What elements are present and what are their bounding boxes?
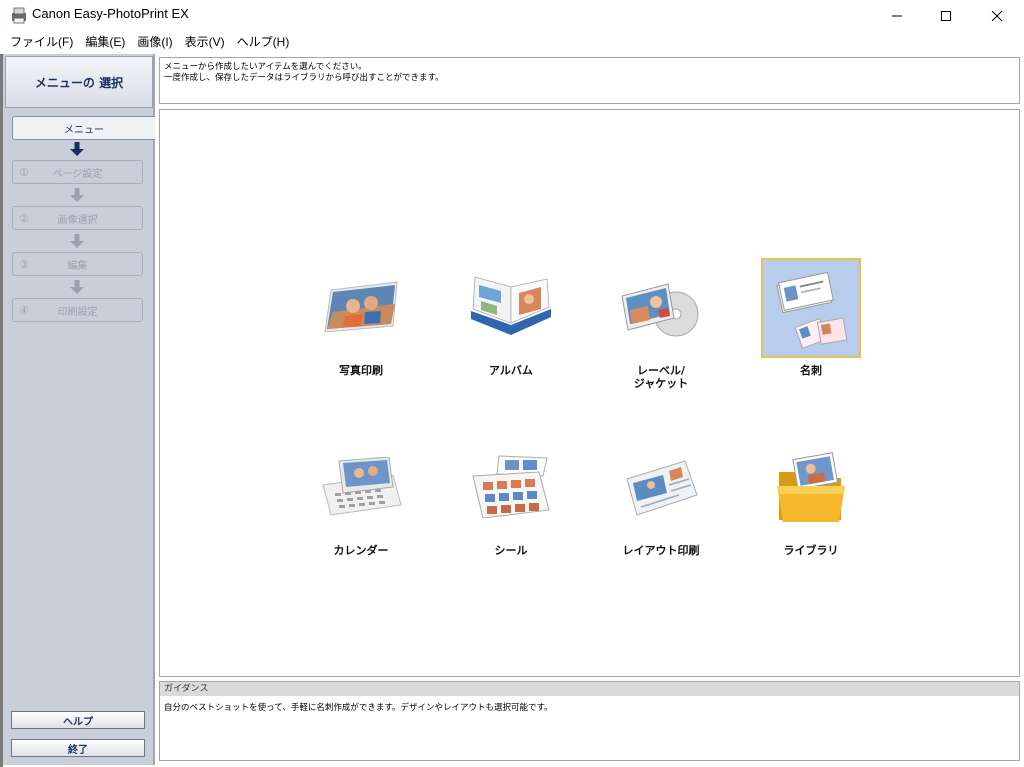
menu-edit[interactable]: 編集(E) [79, 31, 131, 53]
close-icon [991, 10, 1003, 21]
printer-app-icon [12, 7, 26, 24]
tile-business-card[interactable]: 名刺 [751, 258, 871, 377]
title-bar: Canon Easy-PhotoPrint EX [0, 0, 1024, 31]
step-menu-label: メニュー [64, 124, 104, 136]
photo-print-icon [311, 258, 411, 358]
menu-selection-area: 写真印刷 アルバム レーベル/ ジャケット 名刺 カレンダー シール レイアウト… [159, 109, 1020, 677]
business-card-icon [761, 258, 861, 358]
step-number: ① [19, 165, 29, 179]
calendar-icon [311, 438, 411, 538]
menu-view[interactable]: 表示(V) [179, 31, 231, 53]
tile-photo-print[interactable]: 写真印刷 [301, 258, 421, 377]
arrow-down-icon [70, 142, 84, 156]
step-page-setup[interactable]: ① ページ設定 [12, 160, 143, 184]
tile-photo-print-label: 写真印刷 [339, 364, 383, 377]
guidance-header: ガイダンス [160, 682, 1019, 696]
tile-library-label: ライブラリ [783, 544, 839, 557]
step-edit[interactable]: ③ 編集 [12, 252, 143, 276]
menu-bar: ファイル(F) 編集(E) 画像(I) 表示(V) ヘルプ(H) [0, 31, 1024, 53]
menu-help[interactable]: ヘルプ(H) [231, 31, 296, 53]
maximize-button[interactable] [923, 0, 969, 31]
tile-library[interactable]: ライブラリ [751, 438, 871, 557]
instruction-line-1: メニューから作成したいアイテムを選んでください。 [164, 62, 367, 72]
sticker-icon [461, 438, 561, 538]
tile-label-jacket-label: レーベル/ ジャケット [633, 364, 689, 390]
label-jacket-icon [611, 258, 711, 358]
tile-album-label: アルバム [489, 364, 533, 377]
arrow-down-icon [70, 234, 84, 248]
album-icon [461, 258, 561, 358]
tile-calendar[interactable]: カレンダー [301, 438, 421, 557]
step-navigation-panel: メニューの 選択 メニュー ① ページ設定 ② 画像選択 ③ 編集 ④ 印刷設定… [3, 54, 155, 765]
step-number: ③ [19, 257, 29, 271]
instruction-line-2: 一度作成し、保存したデータはライブラリから呼び出すことができます。 [164, 73, 444, 83]
guidance-panel: ガイダンス 自分のベストショットを使って、手軽に名刺作成ができます。デザインやレ… [159, 681, 1020, 761]
library-folder-icon [761, 438, 861, 538]
tile-sticker-label: シール [494, 544, 528, 557]
tile-album[interactable]: アルバム [451, 258, 571, 377]
maximize-icon [941, 10, 951, 21]
tile-business-card-label: 名刺 [800, 364, 822, 377]
close-button[interactable] [974, 0, 1020, 31]
step-image-select-label: 画像選択 [57, 214, 98, 226]
arrow-down-icon [70, 188, 84, 202]
menu-image[interactable]: 画像(I) [131, 31, 178, 53]
guidance-text: 自分のベストショットを使って、手軽に名刺作成ができます。デザインやレイアウトも選… [164, 703, 553, 713]
instruction-box: メニューから作成したいアイテムを選んでください。 一度作成し、保存したデータはラ… [159, 57, 1020, 104]
minimize-button[interactable] [874, 0, 920, 31]
tile-layout-print-label: レイアウト印刷 [622, 544, 700, 557]
window-title: Canon Easy-PhotoPrint EX [32, 6, 189, 21]
layout-print-icon [611, 438, 711, 538]
step-number: ④ [19, 303, 29, 317]
step-menu[interactable]: メニュー [12, 116, 155, 140]
app-window: Canon Easy-PhotoPrint EX ファイル(F) 編集(E) 画… [0, 0, 1024, 767]
panel-title: メニューの 選択 [5, 56, 153, 108]
tile-layout-print[interactable]: レイアウト印刷 [601, 438, 721, 557]
tile-label-jacket[interactable]: レーベル/ ジャケット [601, 258, 721, 390]
step-page-setup-label: ページ設定 [52, 168, 103, 180]
step-image-select[interactable]: ② 画像選択 [12, 206, 143, 230]
step-edit-label: 編集 [67, 260, 88, 272]
menu-file[interactable]: ファイル(F) [4, 31, 79, 53]
tile-sticker[interactable]: シール [451, 438, 571, 557]
step-print-settings-label: 印刷設定 [57, 306, 98, 318]
arrow-down-icon [70, 280, 84, 294]
step-number: ② [19, 211, 29, 225]
help-button[interactable]: ヘルプ [11, 711, 145, 729]
minimize-icon [892, 15, 902, 16]
exit-button[interactable]: 終了 [11, 739, 145, 757]
tile-calendar-label: カレンダー [333, 544, 389, 557]
step-print-settings[interactable]: ④ 印刷設定 [12, 298, 143, 322]
